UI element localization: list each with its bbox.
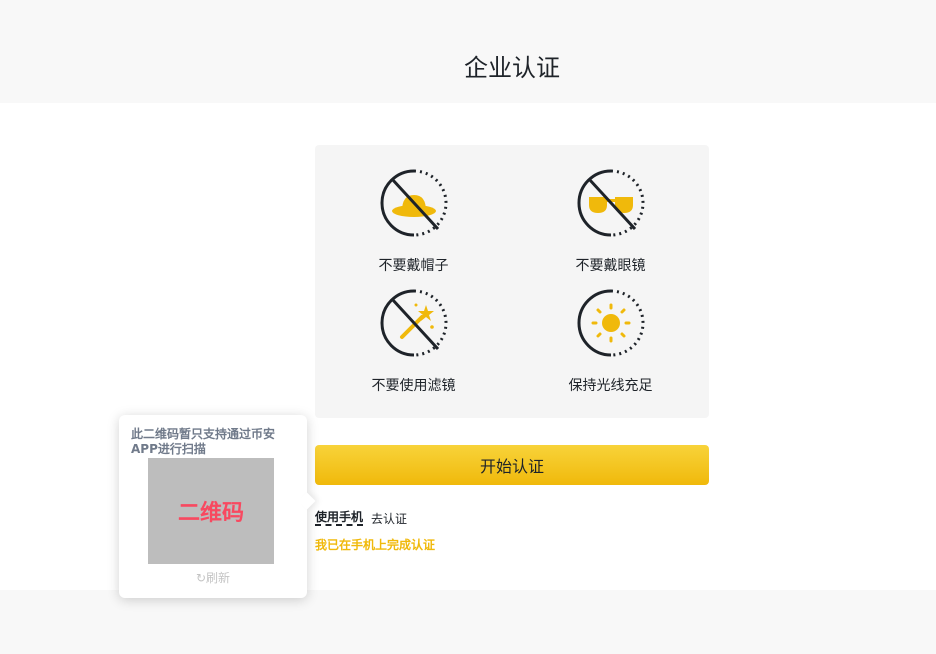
- refresh-icon: ↻: [195, 571, 207, 585]
- qr-note: 此二维码暂只支持通过币安APP进行扫描: [131, 427, 276, 456]
- use-phone-suffix: 去认证: [371, 511, 408, 526]
- sun-icon: [577, 289, 644, 357]
- page-header: 企业认证: [0, 0, 936, 103]
- qr-code: 二维码: [148, 458, 274, 564]
- tip-no-hat: 不要戴帽子: [315, 169, 512, 275]
- no-filter-icon: [380, 289, 447, 357]
- use-phone-row: 使用手机 去认证: [315, 509, 407, 527]
- page-title: 企业认证: [464, 54, 560, 82]
- tip-no-glasses: 不要戴眼镜: [512, 169, 709, 275]
- start-verification-button[interactable]: 开始认证: [315, 445, 709, 485]
- no-hat-icon: [380, 169, 447, 237]
- tip-good-light: 保持光线充足: [512, 289, 709, 395]
- refresh-label: 刷新: [206, 571, 231, 585]
- phone-verified-link[interactable]: 我已在手机上完成认证: [315, 536, 435, 553]
- refresh-qr-button[interactable]: ↻刷新: [119, 569, 307, 586]
- footer-band: [0, 590, 936, 654]
- tips-card: 不要戴帽子 不要戴眼镜 不要使用滤镜 保持光线充足: [315, 145, 709, 418]
- tip-label: 不要戴眼镜: [575, 258, 646, 274]
- no-glasses-icon: [577, 169, 644, 237]
- qr-code-popup: 此二维码暂只支持通过币安APP进行扫描 二维码 ↻刷新: [119, 415, 307, 598]
- tip-no-filter: 不要使用滤镜: [315, 289, 512, 395]
- tip-label: 保持光线充足: [568, 378, 653, 394]
- use-phone-link[interactable]: 使用手机: [315, 510, 364, 526]
- tip-label: 不要戴帽子: [378, 258, 449, 274]
- qr-placeholder-text: 二维码: [177, 501, 244, 526]
- tip-label: 不要使用滤镜: [371, 378, 456, 394]
